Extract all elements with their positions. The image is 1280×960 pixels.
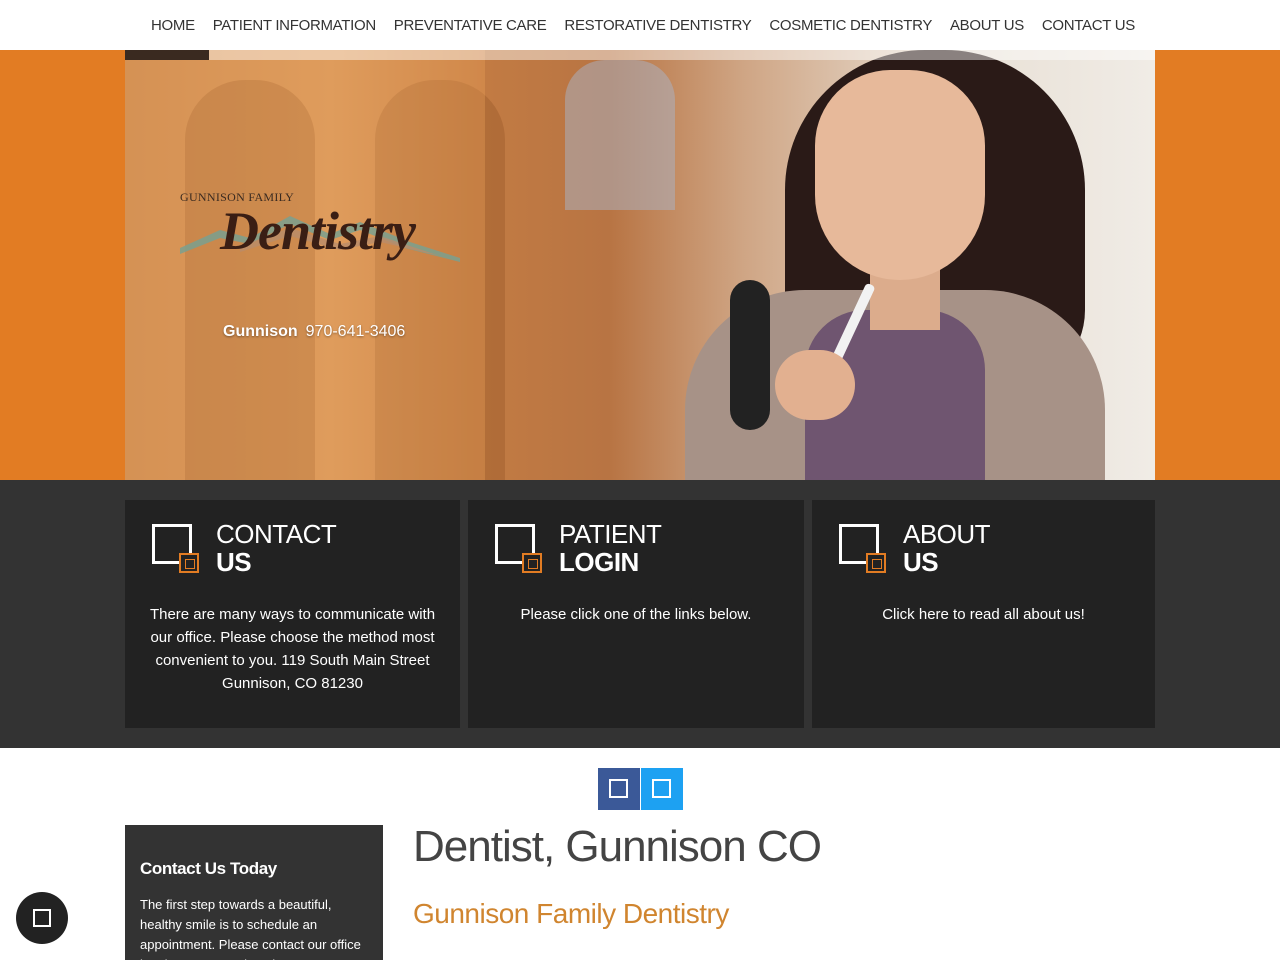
- card-text: Please click one of the links below.: [520, 606, 752, 623]
- nav-menu: HOME PATIENT INFORMATION PREVENTATIVE CA…: [125, 0, 1155, 50]
- site-logo[interactable]: GUNNISON FAMILY Dentistry: [180, 190, 460, 310]
- small-square-icon: [179, 553, 199, 573]
- hero-top-strip-accent: [125, 50, 209, 60]
- nav-item-patient-information[interactable]: PATIENT INFORMATION: [213, 17, 377, 34]
- card-title: PATIENT LOGIN: [559, 519, 662, 577]
- social-links: [598, 768, 683, 810]
- facebook-icon[interactable]: [598, 768, 640, 810]
- card-title-line-1: ABOUT: [903, 519, 991, 549]
- woman-face: [815, 70, 985, 280]
- nav-item-about-us[interactable]: ABOUT US: [950, 17, 1024, 34]
- hero-phone-number[interactable]: 970-641-3406: [306, 323, 406, 340]
- logo-script-text: Dentistry: [220, 201, 416, 261]
- square-icon: [33, 909, 51, 927]
- backpack-strap: [730, 280, 770, 430]
- hero-phone[interactable]: Gunnison 970-641-3406: [223, 323, 405, 341]
- sidebar-text: The first step towards a beautiful, heal…: [140, 897, 361, 960]
- small-square-icon: [866, 553, 886, 573]
- nav-item-preventative-care[interactable]: PREVENTATIVE CARE: [394, 17, 547, 34]
- background-window: [565, 60, 675, 210]
- accessibility-button[interactable]: [16, 892, 68, 944]
- hero-top-strip: [125, 50, 1155, 60]
- page-subtitle: Gunnison Family Dentistry: [413, 898, 729, 929]
- nav-item-home[interactable]: HOME: [151, 17, 195, 34]
- card-title-line-2: LOGIN: [559, 547, 639, 577]
- card-title-line-1: PATIENT: [559, 519, 662, 549]
- card-text: There are many ways to communicate with …: [149, 606, 436, 692]
- feature-band: CONTACT US There are many ways to commun…: [0, 480, 1280, 748]
- sidebar-heading: Contact Us Today: [140, 859, 277, 878]
- card-title-line-2: US: [216, 547, 252, 577]
- hero-banner: GUNNISON FAMILY Dentistry Gunnison 970-64…: [0, 50, 1280, 480]
- nav-item-restorative-dentistry[interactable]: RESTORATIVE DENTISTRY: [564, 17, 751, 34]
- page-title: Dentist, Gunnison CO: [413, 822, 822, 871]
- card-title-line-1: CONTACT: [216, 519, 337, 549]
- woman-hand: [775, 350, 855, 420]
- hero-image: GUNNISON FAMILY Dentistry Gunnison 970-64…: [125, 50, 1155, 480]
- card-text: Click here to read all about us!: [882, 606, 1085, 623]
- small-square-icon: [522, 553, 542, 573]
- nav-item-cosmetic-dentistry[interactable]: COSMETIC DENTISTRY: [769, 17, 932, 34]
- about-us-card[interactable]: ABOUT US Click here to read all about us…: [812, 500, 1155, 728]
- hero-city: Gunnison: [223, 323, 298, 340]
- twitter-icon[interactable]: [641, 768, 683, 810]
- card-title: CONTACT US: [216, 519, 337, 577]
- patient-login-card[interactable]: PATIENT LOGIN Please click one of the li…: [468, 500, 804, 728]
- card-title-line-2: US: [903, 547, 939, 577]
- contact-us-card[interactable]: CONTACT US There are many ways to commun…: [125, 500, 460, 728]
- card-title: ABOUT US: [903, 519, 991, 577]
- nav-item-contact-us[interactable]: CONTACT US: [1042, 17, 1135, 34]
- top-navigation: HOME PATIENT INFORMATION PREVENTATIVE CA…: [0, 0, 1280, 50]
- contact-sidebar: Contact Us Today The first step towards …: [125, 825, 383, 960]
